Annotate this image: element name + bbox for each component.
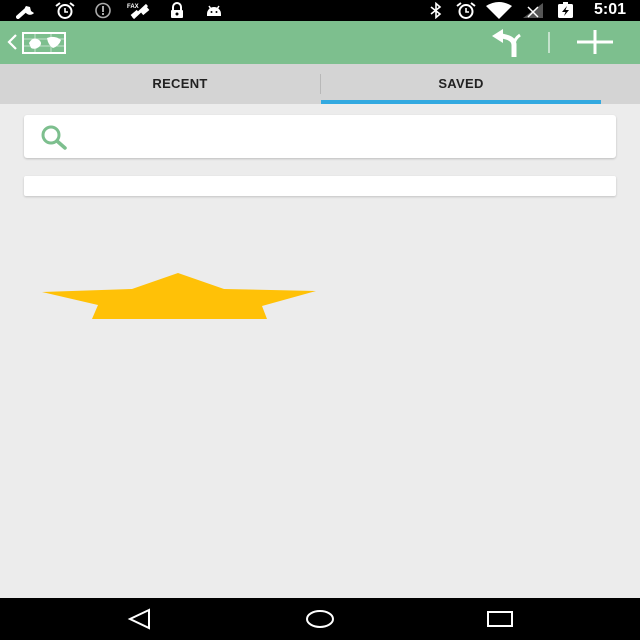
tab-saved[interactable]: SAVED: [321, 64, 601, 104]
search-icon: [41, 125, 67, 150]
action-bar: [0, 21, 640, 64]
nav-bar: [0, 598, 640, 640]
wifi-icon: [486, 2, 512, 19]
star-icon: [42, 273, 316, 319]
map-icon[interactable]: [21, 31, 67, 55]
info-icon: [95, 2, 111, 19]
tab-selected-indicator: [321, 100, 601, 104]
chevron-left-icon[interactable]: [6, 33, 18, 51]
recents-icon[interactable]: [486, 608, 514, 630]
bluetooth-icon: [430, 2, 442, 19]
alarm-icon: [456, 2, 476, 19]
tab-bar: RECENT SAVED: [0, 64, 640, 104]
status-bar: FAX 5:01: [0, 0, 640, 21]
lock-icon: [171, 2, 183, 18]
status-clock: 5:01: [593, 1, 626, 18]
add-icon[interactable]: [575, 28, 615, 56]
battery-charging-icon: [558, 2, 573, 18]
alarm-icon: [55, 2, 75, 19]
signal-icon: [523, 3, 543, 18]
android-icon: [207, 5, 221, 16]
search-input[interactable]: [84, 121, 604, 151]
search-box[interactable]: [24, 115, 616, 158]
satellite-fax-icon: FAX: [127, 3, 150, 20]
home-icon[interactable]: [304, 608, 336, 630]
route-icon[interactable]: [490, 29, 522, 57]
tab-recent[interactable]: RECENT: [40, 64, 320, 104]
saved-list: [24, 176, 616, 196]
back-icon[interactable]: [126, 608, 154, 630]
svg-text:FAX: FAX: [127, 4, 139, 10]
action-divider: [548, 32, 550, 53]
wrench-icon: [16, 6, 34, 19]
